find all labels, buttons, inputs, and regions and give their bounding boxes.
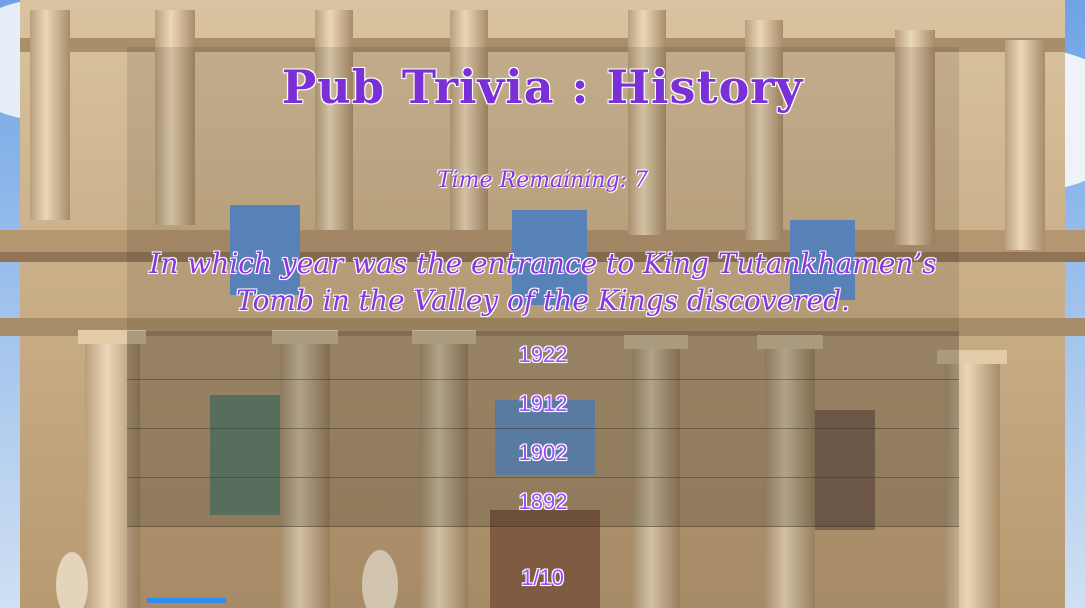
question-counter: 1/10 bbox=[521, 565, 564, 590]
answer-option-2[interactable]: 1912 bbox=[127, 380, 959, 429]
progress-bar-fill bbox=[147, 598, 227, 603]
answer-option-1[interactable]: 1922 bbox=[127, 331, 959, 380]
question-text: In which year was the entrance to King T… bbox=[149, 247, 937, 317]
answer-list: 1922 1912 1902 1892 bbox=[127, 331, 959, 527]
time-remaining-label: Time Remaining: 7 bbox=[436, 168, 649, 193]
page-title: Pub Trivia : History bbox=[281, 60, 804, 114]
answer-option-4[interactable]: 1892 bbox=[127, 478, 959, 527]
answer-option-3[interactable]: 1902 bbox=[127, 429, 959, 478]
progress-bar bbox=[147, 598, 939, 603]
